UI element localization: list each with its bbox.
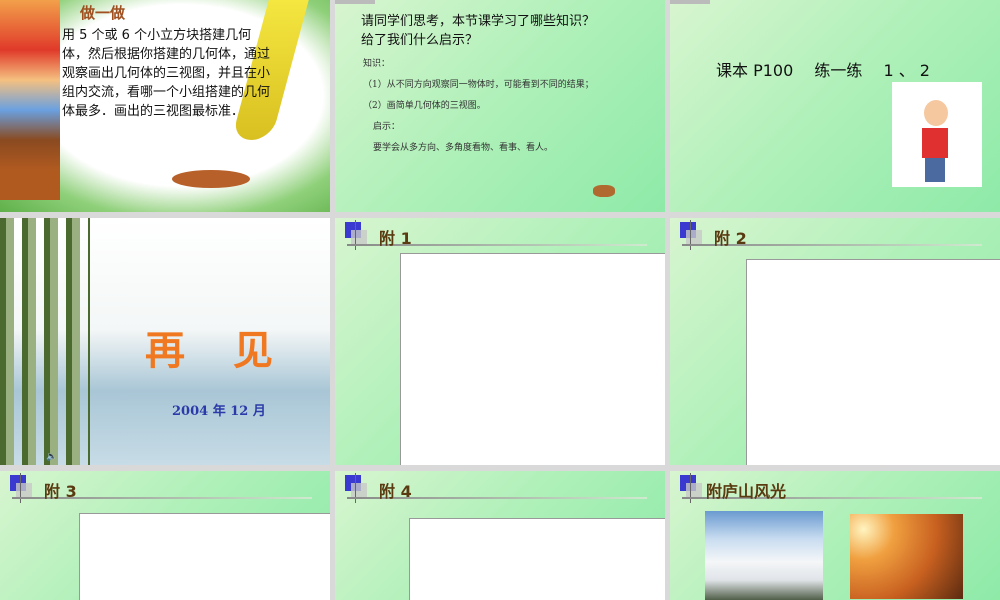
slide-thumbnail-9[interactable]: 附庐山风光 (670, 471, 1000, 600)
cartoon-boy-illustration (892, 82, 982, 187)
slide-header: 附 3 (8, 473, 318, 505)
slide-title: 附 4 (379, 482, 412, 501)
table-illustration (172, 170, 250, 188)
bamboo-illustration (0, 218, 90, 465)
slide-date: 2004 年 12 月 (172, 404, 266, 419)
insight-label: 启示： (373, 122, 401, 132)
question-line-1: 请同学们思考，本节课学习了哪些知识？ (361, 14, 596, 29)
slide-title: 附庐山风光 (706, 482, 787, 501)
slide-thumbnail-7[interactable]: 附 3 (0, 471, 330, 600)
slide-thumbnail-4[interactable]: 再 见 2004 年 12 月 🔈 (0, 218, 330, 465)
insight-text: 要学会从多方向、多角度看物、看事、看人。 (373, 143, 554, 153)
slide-thumbnail-3[interactable]: 课本 P100 练一练 1 、 2 (670, 0, 1000, 212)
slide-question: 请同学们思考，本节课学习了哪些知识？ 给了我们什么启示？ (361, 12, 595, 50)
image-placeholder (746, 259, 1000, 465)
slide-header: 附 1 (343, 220, 653, 252)
cartoon-children-illustration (0, 0, 60, 200)
slide-thumbnail-6[interactable]: 附 2 (670, 218, 1000, 465)
goodbye-title: 再 见 (145, 328, 277, 374)
slide-thumbnail-1[interactable]: 做一做 用 5 个或 6 个小立方块搭建几何体，然后根据你搭建的几何体，通过观察… (0, 0, 330, 212)
lushan-sea-of-clouds-photo (705, 511, 823, 600)
image-placeholder (409, 518, 665, 600)
slide-thumbnail-2[interactable]: 请同学们思考，本节课学习了哪些知识？ 给了我们什么启示？ 知识： （1）从不同方… (335, 0, 665, 212)
knowledge-label: 知识： (363, 59, 391, 69)
orchid-illustration (593, 185, 615, 197)
knowledge-item: （1）从不同方向观察同一物体时，可能看到不同的结果； (363, 80, 594, 90)
slide-marker (335, 0, 375, 4)
question-line-2: 给了我们什么启示？ (361, 33, 479, 48)
slide-title: 附 1 (379, 229, 412, 248)
slide-title: 附 3 (44, 482, 77, 501)
slide-marker (670, 0, 710, 4)
slide-thumbnail-8[interactable]: 附 4 (335, 471, 665, 600)
slide-thumbnail-5[interactable]: 附 1 (335, 218, 665, 465)
knowledge-item: （2）画简单几何体的三视图。 (363, 101, 486, 111)
slide-body: 用 5 个或 6 个小立方块搭建几何体，然后根据你搭建的几何体，通过观察画出几何… (62, 28, 271, 119)
slide-header: 附 4 (343, 473, 653, 505)
lushan-sunrise-photo (850, 514, 963, 599)
exercise-text: 课本 P100 练一练 1 、 2 (716, 61, 930, 80)
slide-title: 做一做 (80, 4, 126, 22)
image-placeholder (79, 513, 330, 600)
slide-header: 附庐山风光 (678, 473, 988, 505)
image-placeholder (400, 253, 665, 465)
speaker-icon[interactable]: 🔈 (46, 452, 57, 462)
slide-header: 附 2 (678, 220, 988, 252)
slide-title: 附 2 (714, 229, 747, 248)
